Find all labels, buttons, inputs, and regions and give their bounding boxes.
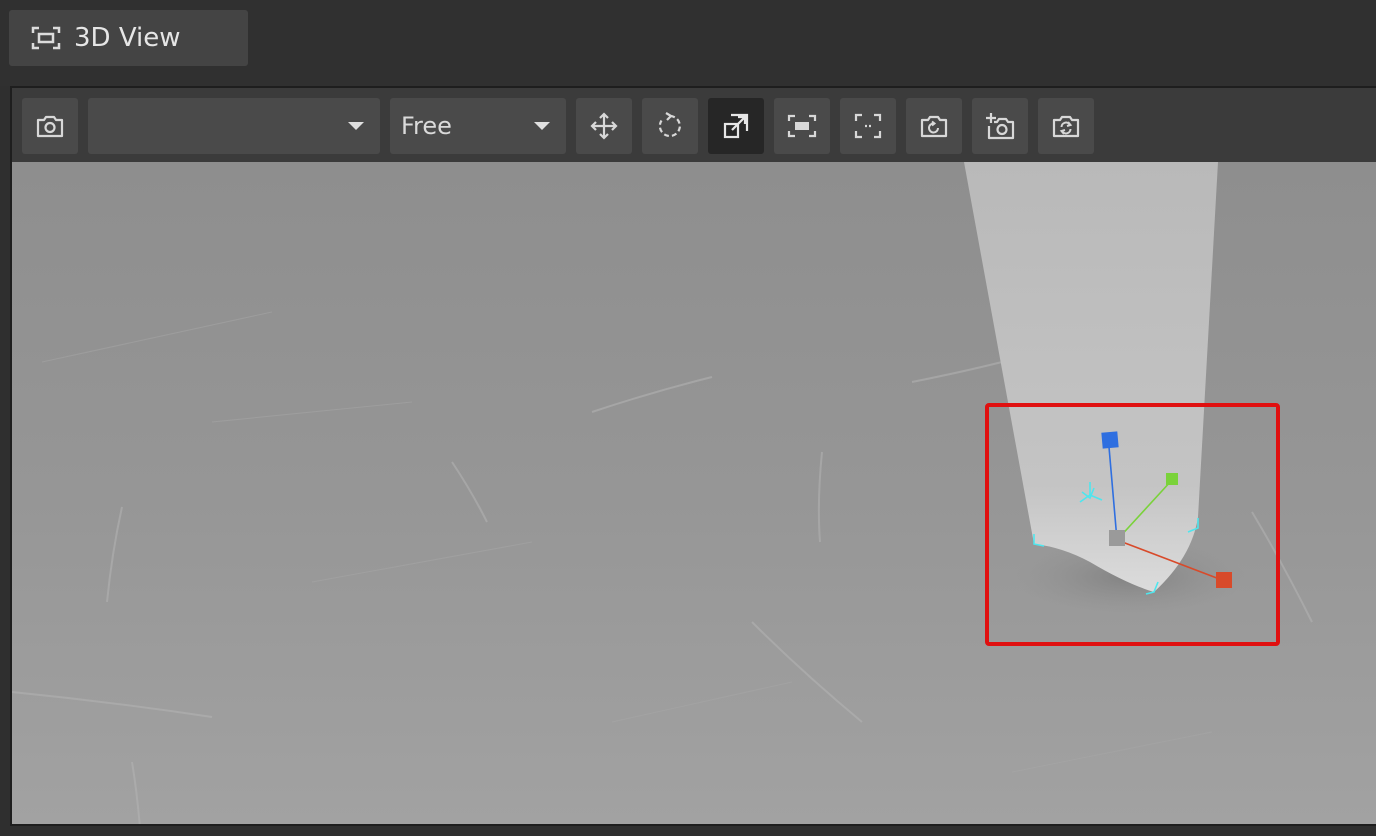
scale-icon bbox=[721, 111, 751, 141]
gizmo-x-handle[interactable] bbox=[1216, 572, 1232, 588]
reset-camera-button[interactable] bbox=[906, 98, 962, 154]
rotate-icon bbox=[655, 111, 685, 141]
gizmo-y-handle[interactable] bbox=[1166, 473, 1178, 485]
camera-button[interactable] bbox=[22, 98, 78, 154]
camera-reset-icon bbox=[919, 112, 949, 140]
camera-mode-value: Free bbox=[401, 112, 452, 140]
frame-all-icon bbox=[853, 112, 883, 140]
frame-selection-icon bbox=[787, 113, 817, 139]
camera-sync-icon bbox=[1051, 112, 1081, 140]
frame-selection-button[interactable] bbox=[774, 98, 830, 154]
tab-3d-view[interactable]: 3D View bbox=[9, 10, 248, 66]
chevron-down-icon bbox=[348, 122, 364, 130]
gizmo-center-handle[interactable] bbox=[1109, 530, 1125, 546]
frame-icon bbox=[29, 21, 63, 55]
rotate-tool-button[interactable] bbox=[642, 98, 698, 154]
gizmo-z-handle[interactable] bbox=[1101, 431, 1119, 449]
frame-all-button[interactable] bbox=[840, 98, 896, 154]
move-tool-button[interactable] bbox=[576, 98, 632, 154]
tab-label: 3D View bbox=[74, 23, 181, 53]
3d-viewport[interactable] bbox=[12, 162, 1376, 824]
camera-icon bbox=[35, 113, 65, 139]
viewport-toolbar: Free bbox=[12, 88, 1376, 162]
3d-view-panel: Free bbox=[10, 86, 1376, 826]
top-bar: 3D View bbox=[0, 0, 1376, 86]
add-camera-button[interactable] bbox=[972, 98, 1028, 154]
camera-select[interactable] bbox=[88, 98, 380, 154]
camera-mode-select[interactable]: Free bbox=[390, 98, 566, 154]
sync-camera-button[interactable] bbox=[1038, 98, 1094, 154]
move-arrows-icon bbox=[589, 111, 619, 141]
chevron-down-icon bbox=[534, 122, 550, 130]
scale-tool-button[interactable] bbox=[708, 98, 764, 154]
camera-add-icon bbox=[984, 111, 1016, 141]
